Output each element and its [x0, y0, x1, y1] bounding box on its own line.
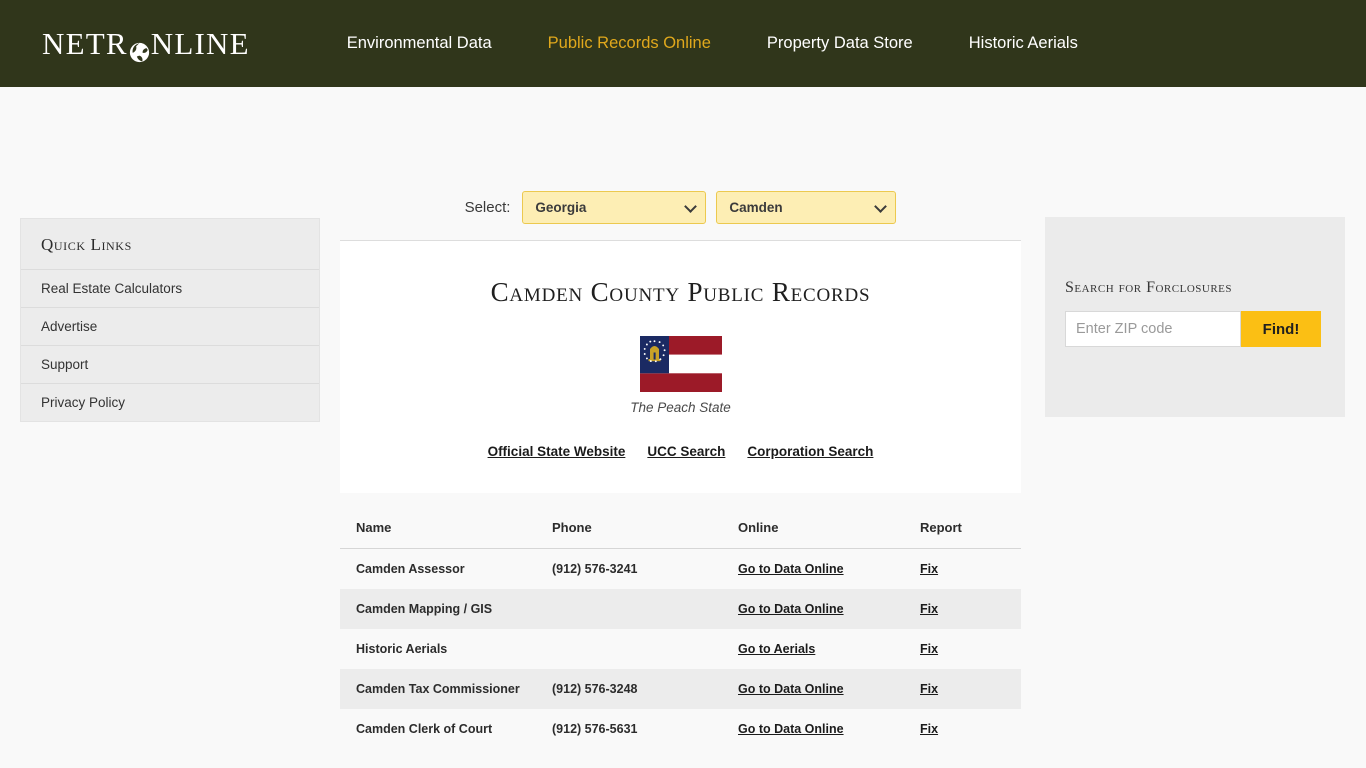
state-resource-links: Official State Website UCC Search Corpor…	[340, 444, 1021, 459]
state-select-value: Georgia	[535, 200, 587, 215]
cell-report: Fix	[904, 589, 1021, 629]
public-records-table: Name Phone Online Report Camden Assessor…	[340, 508, 1021, 749]
cell-report: Fix	[904, 709, 1021, 749]
cell-phone	[536, 629, 722, 669]
page-body: Quick Links Real Estate Calculators Adve…	[0, 87, 1366, 768]
page-title: Camden County Public Records	[490, 277, 871, 307]
sidebar-item-support[interactable]: Support	[21, 346, 319, 384]
nav-link-environmental-data[interactable]: Environmental Data	[319, 34, 520, 53]
cell-name: Historic Aerials	[340, 629, 536, 669]
link-go-to-data-online[interactable]: Go to Data Online	[738, 602, 844, 616]
link-corporation-search[interactable]: Corporation Search	[747, 444, 873, 459]
county-select[interactable]: Camden	[716, 191, 897, 224]
foreclosure-search-title: Search for Forclosures	[1065, 279, 1232, 296]
find-button[interactable]: Find!	[1241, 311, 1321, 347]
cell-phone: (912) 576-3241	[536, 548, 722, 589]
cell-phone	[536, 589, 722, 629]
nav-link-property-data-store[interactable]: Property Data Store	[739, 34, 941, 53]
select-label: Select:	[464, 199, 511, 216]
logo-text-a: NETR	[42, 25, 128, 61]
column-header-phone: Phone	[536, 508, 722, 549]
table-row: Camden Tax Commissioner (912) 576-3248 G…	[340, 669, 1021, 709]
quick-links-title: Quick Links	[21, 219, 319, 270]
link-go-to-data-online[interactable]: Go to Data Online	[738, 722, 844, 736]
link-fix[interactable]: Fix	[920, 602, 938, 616]
foreclosure-search-form: Find!	[1065, 311, 1345, 347]
cell-name: Camden Assessor	[340, 548, 536, 589]
records-hero-card: Camden County Public Records The Peach S…	[340, 240, 1021, 493]
cell-phone: (912) 576-5631	[536, 709, 722, 749]
state-county-selector: Select: Georgia Camden	[340, 191, 1021, 240]
cell-report: Fix	[904, 548, 1021, 589]
table-head: Name Phone Online Report	[340, 508, 1021, 549]
column-header-report: Report	[904, 508, 1021, 549]
center-column: Select: Georgia Camden Camden County Pub…	[340, 191, 1021, 749]
cell-online: Go to Data Online	[722, 669, 904, 709]
cell-online: Go to Data Online	[722, 589, 904, 629]
chevron-down-icon	[684, 199, 698, 213]
state-select[interactable]: Georgia	[522, 191, 707, 224]
cell-name: Camden Tax Commissioner	[340, 669, 536, 709]
link-ucc-search[interactable]: UCC Search	[647, 444, 725, 459]
table-row: Camden Clerk of Court (912) 576-5631 Go …	[340, 709, 1021, 749]
globe-icon	[129, 35, 150, 63]
table-body: Camden Assessor (912) 576-3241 Go to Dat…	[340, 548, 1021, 749]
georgia-state-flag-icon	[639, 336, 722, 392]
nav-link-public-records-online[interactable]: Public Records Online	[520, 34, 739, 53]
chevron-down-icon	[874, 199, 888, 213]
quick-links-panel: Quick Links Real Estate Calculators Adve…	[20, 218, 320, 422]
column-header-name: Name	[340, 508, 536, 549]
cell-phone: (912) 576-3248	[536, 669, 722, 709]
link-go-to-data-online[interactable]: Go to Data Online	[738, 682, 844, 696]
link-fix[interactable]: Fix	[920, 682, 938, 696]
main-navigation: Environmental Data Public Records Online…	[319, 34, 1106, 53]
cell-name: Camden Clerk of Court	[340, 709, 536, 749]
netronline-logo[interactable]: NETR NLINE	[42, 25, 250, 63]
link-fix[interactable]: Fix	[920, 562, 938, 576]
sidebar-item-privacy-policy[interactable]: Privacy Policy	[21, 384, 319, 421]
cell-online: Go to Aerials	[722, 629, 904, 669]
site-header: NETR NLINE Environmental Data Public Rec…	[0, 0, 1366, 87]
sidebar-item-real-estate-calculators[interactable]: Real Estate Calculators	[21, 270, 319, 308]
nav-link-historic-aerials[interactable]: Historic Aerials	[941, 34, 1106, 53]
table-header-row: Name Phone Online Report	[340, 508, 1021, 549]
cell-name: Camden Mapping / GIS	[340, 589, 536, 629]
cell-report: Fix	[904, 629, 1021, 669]
link-fix[interactable]: Fix	[920, 642, 938, 656]
link-go-to-aerials[interactable]: Go to Aerials	[738, 642, 815, 656]
sidebar-item-advertise[interactable]: Advertise	[21, 308, 319, 346]
zip-code-input[interactable]	[1065, 311, 1241, 347]
link-go-to-data-online[interactable]: Go to Data Online	[738, 562, 844, 576]
link-fix[interactable]: Fix	[920, 722, 938, 736]
logo-text-b: NLINE	[150, 25, 250, 61]
foreclosure-search-widget: Search for Forclosures Find!	[1045, 217, 1345, 417]
cell-online: Go to Data Online	[722, 709, 904, 749]
table-row: Camden Assessor (912) 576-3241 Go to Dat…	[340, 548, 1021, 589]
cell-report: Fix	[904, 669, 1021, 709]
cell-online: Go to Data Online	[722, 548, 904, 589]
flag-caption: The Peach State	[630, 400, 731, 415]
link-official-state-website[interactable]: Official State Website	[488, 444, 626, 459]
county-select-value: Camden	[729, 200, 783, 215]
table-row: Historic Aerials Go to Aerials Fix	[340, 629, 1021, 669]
column-header-online: Online	[722, 508, 904, 549]
table-row: Camden Mapping / GIS Go to Data Online F…	[340, 589, 1021, 629]
